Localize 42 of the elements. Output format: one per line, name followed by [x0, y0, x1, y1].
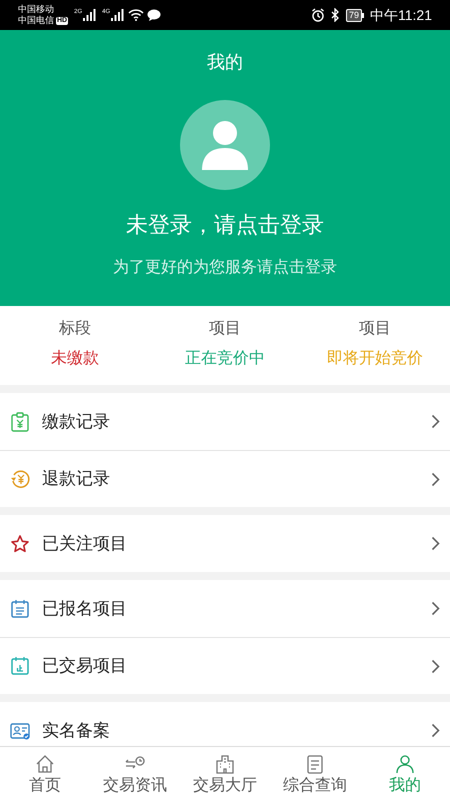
nav-tab[interactable]: 首页 — [0, 747, 90, 800]
carrier-name: 中国电信 — [18, 15, 54, 26]
page-title: 我的 — [207, 51, 243, 74]
person-icon — [202, 120, 248, 170]
chevron-icon — [431, 658, 440, 674]
signal-icon — [110, 9, 124, 21]
stat-label: 标段 — [59, 319, 91, 339]
stat-label: 项目 — [359, 319, 391, 339]
stat-label: 项目 — [209, 319, 241, 339]
nav-tab[interactable]: 交易资讯 — [90, 747, 180, 800]
menu-item-label: 已关注项目 — [42, 532, 127, 555]
home-icon — [34, 752, 56, 774]
receipt-icon — [10, 412, 30, 432]
login-subtitle: 为了更好的为您服务请点击登录 — [113, 258, 337, 278]
signal-icon — [82, 9, 96, 21]
carrier-name: 中国移动 — [18, 4, 55, 15]
refund-icon — [10, 469, 30, 489]
nav-tab[interactable]: 综合查询 — [270, 747, 360, 800]
clipboard-icon — [10, 598, 30, 618]
status-time: 中午11:21 — [370, 6, 432, 24]
calendar-icon — [10, 656, 30, 676]
chat-icon — [147, 9, 162, 21]
nav-tab[interactable]: 交易大厅 — [180, 747, 270, 800]
alarm-icon — [310, 8, 325, 22]
bluetooth-icon — [330, 8, 340, 22]
menu-item-label: 已报名项目 — [42, 598, 127, 620]
building-icon — [214, 752, 236, 774]
person-icon — [394, 752, 416, 774]
menu-item-label: 实名备案 — [42, 720, 110, 742]
menu-item-label: 退款记录 — [42, 468, 110, 490]
chevron-icon — [431, 472, 440, 486]
id-card-icon — [10, 720, 30, 740]
chevron-icon — [431, 536, 440, 551]
star-icon — [10, 534, 30, 554]
battery-indicator: 79 — [346, 8, 362, 22]
chevron-icon — [431, 601, 440, 616]
menu-item-label: 已交易项目 — [42, 655, 127, 678]
menu-item-label: 缴款记录 — [42, 410, 110, 433]
wifi-icon — [128, 9, 144, 21]
chevron-icon — [431, 414, 440, 429]
chevron-icon — [431, 723, 440, 738]
stat-value[interactable]: 未缴款 — [51, 348, 99, 370]
